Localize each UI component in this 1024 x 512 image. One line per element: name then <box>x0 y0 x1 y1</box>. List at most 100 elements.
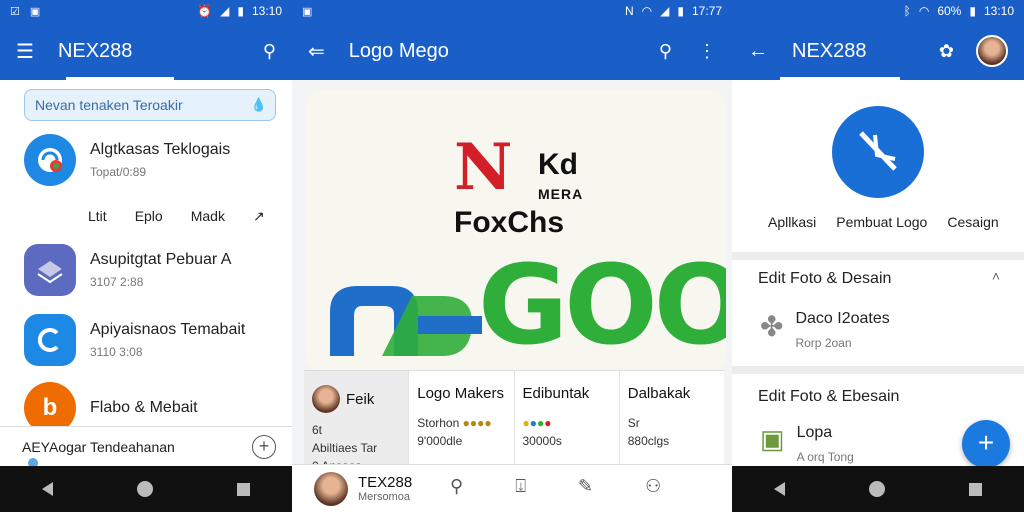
plus-icon[interactable]: + <box>252 435 276 459</box>
template-tabs: Feik 6t Abiltiaes Tar 0 Ansaos Logo Make… <box>304 370 724 473</box>
tab-sub: 880clgs <box>627 434 670 448</box>
app-title: Logo Mego <box>348 39 449 62</box>
bluetooth-icon: ᛒ <box>903 4 911 18</box>
back-icon[interactable]: ← <box>748 40 768 63</box>
app-icon <box>24 134 76 186</box>
search-value: Nevan tenaken Teroakir <box>35 97 183 113</box>
drop-icon: 💧 <box>250 97 267 112</box>
search-icon[interactable]: ⚲ <box>450 476 463 497</box>
tab-sub: 9'000dle <box>417 434 463 448</box>
app-sub: 3110 3:08 <box>90 345 143 359</box>
add-button[interactable]: + <box>962 420 1010 468</box>
chip[interactable]: Ltit <box>88 208 107 225</box>
download-icon[interactable]: ⍗ <box>515 476 526 497</box>
chevron-up-icon[interactable]: ˄ <box>992 268 1000 284</box>
signal-icon: ◢ <box>660 4 670 18</box>
phone-screen-middle: ▣ N ◠ ◢ ▮ 17:77 ⇐ Logo Mego ⚲ ⋮ N Kd MER… <box>292 0 732 512</box>
logo-text: MERA <box>538 186 584 202</box>
share-icon[interactable]: ↗ <box>253 208 265 225</box>
list-item[interactable]: Asupitgtat Pebuar A 3107 2:88 <box>24 240 231 300</box>
user-sub: Mersomoa <box>358 491 410 503</box>
label: Pembuat Logo <box>836 214 928 230</box>
app-icon <box>24 244 76 296</box>
system-nav-bar <box>0 466 292 512</box>
box-icon: ▣ <box>760 424 785 454</box>
search-input[interactable]: Nevan tenaken Teroakir 💧 <box>24 89 276 121</box>
footer-bar: AEYAogar Tendeahanan + <box>0 426 292 466</box>
app-bar: ← NEX288 ✿ <box>732 22 1024 80</box>
tab-label: Feik <box>346 390 375 408</box>
battery-icon: ▮ <box>237 4 244 18</box>
status-time: 13:10 <box>251 4 282 18</box>
list-item[interactable]: Algtkasas Teklogais Topat/0:89 <box>24 130 230 190</box>
puzzle-icon: ✤ <box>760 311 784 342</box>
avatar[interactable] <box>976 35 1008 67</box>
list-item[interactable]: Apiyaisnaos Temabait 3110 3:08 <box>24 310 245 370</box>
logo-labels: Apllkasi Pembuat Logo Cesaign <box>768 214 999 230</box>
home-icon[interactable] <box>137 481 153 497</box>
chat-icon[interactable]: ✎ <box>578 476 593 497</box>
battery-percent: 60% <box>937 4 962 18</box>
palette-icon[interactable]: ✿ <box>939 41 954 62</box>
user-icon[interactable]: ⚇ <box>645 476 661 497</box>
app-sub: Topat/0:89 <box>90 165 147 179</box>
battery-icon: ▮ <box>677 4 684 18</box>
section-title: Edit Foto & Ebesain <box>758 388 900 405</box>
app-title: NEX288 <box>57 39 133 62</box>
app-name: Apiyaisnaos Temabait <box>90 321 246 338</box>
logo-maker-icon[interactable] <box>832 106 924 198</box>
tab-logo-makers[interactable]: Logo Makers Storhon ●●●● 9'000dle <box>409 371 515 464</box>
back-icon[interactable] <box>42 482 53 496</box>
tab-dalbakak[interactable]: Dalbakak Sr 880clgs <box>620 371 724 464</box>
logo-wordmark: GOO <box>478 241 726 369</box>
app-name: Asupitgtat Pebuar A <box>90 251 232 268</box>
chip[interactable]: Madk <box>191 208 225 225</box>
tab-sub: 6t <box>312 423 323 437</box>
battery-icon: ▮ <box>969 4 976 18</box>
app-name: Algtkasas Teklogais <box>90 141 231 158</box>
item-sub: A orq Tong <box>796 450 854 464</box>
tab-edibuntak[interactable]: Edibuntak ●●●● 30000s <box>515 371 620 464</box>
image-icon: ▣ <box>302 5 313 18</box>
app-title: NEX288 <box>792 39 867 62</box>
image-icon: ▣ <box>29 5 41 18</box>
tab-feik[interactable]: Feik 6t Abiltiaes Tar 0 Ansaos <box>304 371 410 473</box>
divider <box>732 366 1024 374</box>
item-name: Daco I2oates <box>795 310 890 327</box>
search-icon[interactable]: ⚲ <box>659 41 672 62</box>
logo-shape-icon <box>330 286 482 356</box>
search-icon[interactable]: ⚲ <box>263 41 276 62</box>
system-nav-bar <box>732 466 1024 512</box>
more-icon[interactable]: ⋮ <box>698 41 716 62</box>
recent-apps-icon[interactable] <box>237 482 250 496</box>
tab-label: Logo Makers <box>417 385 504 402</box>
tab-indicator <box>780 77 900 80</box>
item-sub: Rorp 2oan <box>795 336 852 350</box>
tab-sub: Abiltiaes Tar <box>312 441 378 455</box>
tab-indicator <box>66 77 174 80</box>
tab-sub: Storhon ●●●● <box>417 416 492 430</box>
chip[interactable]: Eplo <box>135 208 163 225</box>
status-bar: ☑ ▣ ⏰ ◢ ▮ 13:10 <box>0 0 292 22</box>
home-icon[interactable] <box>869 481 885 497</box>
back-icon[interactable]: ⇐ <box>308 39 325 64</box>
wifi-icon: ◠ <box>918 4 930 18</box>
app-bar: ⇐ Logo Mego ⚲ ⋮ <box>292 22 732 80</box>
status-bar: ᛒ ◠ 60% ▮ 13:10 <box>732 0 1024 22</box>
avatar[interactable] <box>314 471 348 506</box>
list-item[interactable]: ▣ Lopa A orq Tong <box>760 424 854 464</box>
tab-label: Edibuntak <box>522 385 590 402</box>
list-item[interactable]: ✤ Daco I2oates Rorp 2oan <box>760 310 890 350</box>
logo-preview[interactable]: N Kd MERA FoxChs GOO <box>306 90 726 370</box>
logo-text: FoxChs <box>454 206 565 239</box>
back-icon[interactable] <box>774 482 785 496</box>
phone-screen-left: ☑ ▣ ⏰ ◢ ▮ 13:10 ☰ NEX288 ⚲ Nevan tenaken … <box>0 0 292 512</box>
app-bar: ☰ NEX288 ⚲ <box>0 22 292 80</box>
recent-apps-icon[interactable] <box>969 482 982 496</box>
tab-label: Dalbakak <box>627 385 691 402</box>
app-sub: 3107 2:88 <box>90 275 144 289</box>
check-icon: ☑ <box>10 5 20 18</box>
status-bar: ▣ N ◠ ◢ ▮ 17:77 <box>292 0 732 22</box>
chip-row: Ltit Eplo Madk ↗ <box>88 208 265 225</box>
menu-icon[interactable]: ☰ <box>16 39 34 64</box>
